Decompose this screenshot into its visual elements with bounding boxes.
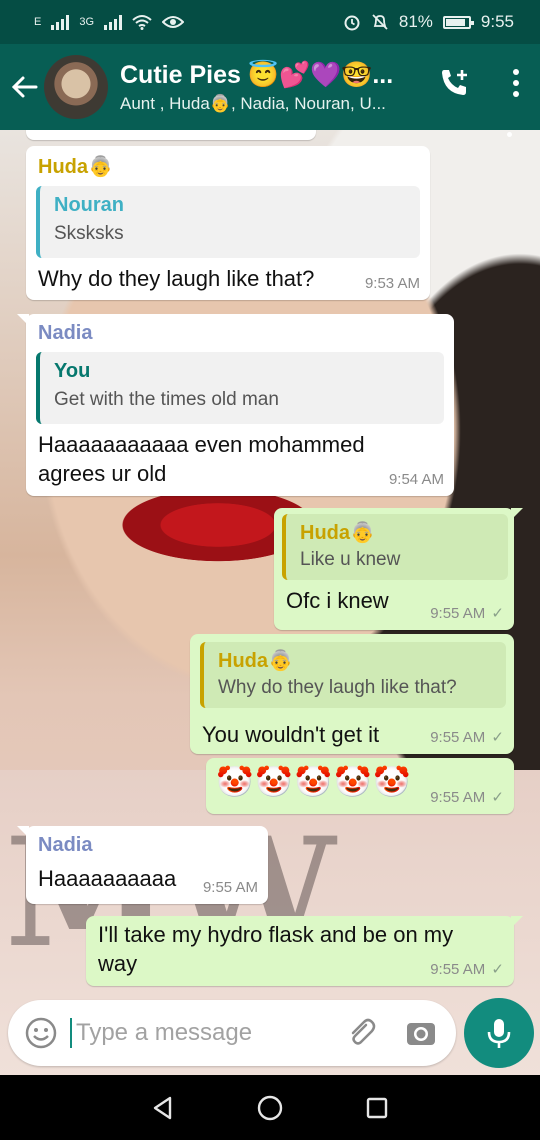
quoted-message[interactable]: Huda👵 Why do they laugh like that?: [200, 642, 506, 708]
sent-tick-icon: ✓: [491, 961, 504, 978]
sent-tick-icon: ✓: [491, 789, 504, 806]
message-bubble[interactable]: Huda👵 Nouran Sksksks Why do they laugh l…: [26, 146, 430, 300]
message-bubble-outgoing[interactable]: Huda👵 Like u knew Ofc i knew 9:55 AM ✓: [274, 508, 523, 630]
message-sender: Nadia: [38, 834, 93, 856]
message-sender: Huda👵: [38, 156, 113, 178]
message-time-text: 9:55 AM: [430, 789, 486, 806]
message-input[interactable]: [76, 1019, 336, 1047]
network-type-left: E: [34, 16, 42, 28]
signal-icon-2: [104, 14, 123, 30]
message-time: 9:55 AM: [202, 879, 258, 896]
status-bar: E 3G 81% 9:55: [0, 0, 540, 44]
camera-icon[interactable]: [404, 1016, 438, 1050]
signal-icon: [51, 14, 70, 30]
kebab-menu-icon[interactable]: [512, 69, 520, 97]
sent-tick-icon: ✓: [491, 605, 504, 622]
message-time: 9:55 AM ✓: [430, 604, 504, 622]
quoted-message[interactable]: Huda👵 Like u knew: [282, 514, 508, 580]
quoted-sender: Huda👵: [300, 522, 375, 544]
group-title: Cutie Pies 😇💕💜🤓...: [120, 60, 394, 89]
group-members: Aunt , Huda👵, Nadia, Nouran, U...: [120, 93, 386, 113]
back-button[interactable]: [8, 67, 40, 107]
eye-icon: [162, 16, 185, 28]
quoted-message[interactable]: Nouran Sksksks: [36, 186, 420, 258]
message-bubble[interactable]: Nadia You Get with the times old man Haa…: [17, 314, 454, 496]
wifi-icon: [132, 15, 152, 30]
message-text: Haaaaaaaaaaa even mohammed agrees ur old: [38, 432, 365, 486]
quoted-sender: Nouran: [54, 194, 124, 216]
message-bubble-outgoing[interactable]: Huda👵 Why do they laugh like that? You w…: [190, 634, 514, 754]
quoted-message[interactable]: You Get with the times old man: [36, 352, 444, 424]
message-emoji: 🤡🤡🤡🤡🤡: [216, 766, 413, 799]
quoted-sender: Huda👵: [218, 650, 293, 672]
quoted-sender: You: [54, 360, 91, 382]
message-time-text: 9:55 AM: [430, 961, 486, 978]
scroll-indicator: [507, 132, 512, 137]
bubble-tail: [17, 826, 29, 838]
quoted-text: Like u knew: [300, 549, 401, 570]
message-time: 9:55 AM ✓: [430, 728, 504, 746]
group-info[interactable]: Cutie Pies 😇💕💜🤓... Aunt , Huda👵, Nadia, …: [120, 61, 420, 114]
recents-square-icon[interactable]: [364, 1095, 390, 1121]
message-time: 9:54 AM: [388, 471, 444, 488]
text-caret: [70, 1018, 72, 1048]
mic-button[interactable]: [464, 998, 534, 1068]
quoted-text: Why do they laugh like that?: [218, 677, 457, 698]
bubble-tail: [511, 916, 523, 928]
mic-icon: [487, 1019, 511, 1048]
emoji-icon[interactable]: [24, 1016, 58, 1050]
message-bubble-outgoing[interactable]: I'll take my hydro flask and be on my wa…: [86, 916, 523, 986]
message-bubble[interactable]: Nadia Haaaaaaaaaa 9:55 AM: [17, 826, 268, 904]
message-composer: [8, 1000, 456, 1066]
arrow-left-icon: [11, 76, 38, 98]
message-time: 9:53 AM: [364, 275, 420, 292]
message-text: Ofc i knew: [286, 588, 389, 613]
clock: 9:55: [480, 12, 514, 31]
system-navigation-bar: [0, 1075, 540, 1140]
message-text: Why do they laugh like that?: [38, 266, 315, 291]
add-call-icon[interactable]: [438, 66, 472, 100]
alarm-icon: [344, 15, 360, 31]
message-bubble-outgoing[interactable]: 🤡🤡🤡🤡🤡 9:55 AM ✓: [206, 758, 514, 814]
message-text: Haaaaaaaaaa: [38, 866, 177, 891]
attach-icon[interactable]: [344, 1016, 378, 1050]
previous-message-bubble[interactable]: [26, 130, 316, 140]
back-triangle-icon[interactable]: [150, 1095, 176, 1121]
quoted-text: Sksksks: [54, 223, 124, 244]
quoted-text: Get with the times old man: [54, 389, 279, 410]
home-circle-icon[interactable]: [256, 1094, 284, 1122]
bubble-tail: [17, 314, 29, 326]
message-time: 9:55 AM ✓: [430, 788, 504, 806]
chat-area[interactable]: MW Huda👵 Nouran Sksksks Why do they laug…: [0, 130, 540, 1075]
bubble-tail: [511, 508, 523, 520]
group-avatar[interactable]: [44, 55, 108, 119]
network-type-mid: 3G: [79, 16, 95, 28]
message-time: 9:55 AM ✓: [430, 960, 504, 978]
chat-header: Cutie Pies 😇💕💜🤓... Aunt , Huda👵, Nadia, …: [0, 44, 540, 130]
battery-icon: [442, 15, 474, 29]
mute-bell-icon: [372, 14, 388, 30]
battery-percent: 81%: [398, 12, 433, 31]
sent-tick-icon: ✓: [491, 729, 504, 746]
message-time-text: 9:55 AM: [430, 729, 486, 746]
message-text: You wouldn't get it: [202, 722, 380, 747]
message-time-text: 9:55 AM: [430, 605, 486, 622]
message-sender: Nadia: [38, 322, 93, 344]
